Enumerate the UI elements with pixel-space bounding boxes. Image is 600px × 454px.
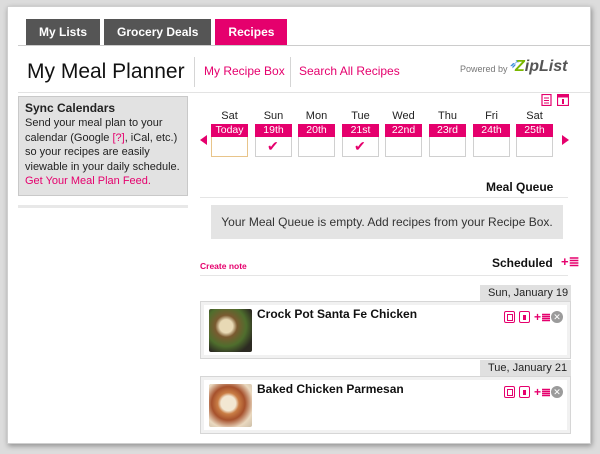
day-column[interactable]: Wed 22nd [385, 110, 422, 157]
day-date: Today [211, 124, 248, 137]
day-slot[interactable] [211, 137, 248, 157]
left-divider [18, 205, 188, 208]
my-recipe-box-link[interactable]: My Recipe Box [204, 64, 285, 78]
week-calendar: Sat Today Sun 19th ✔ Mon 20th Tue 21st ✔… [198, 110, 570, 170]
sync-title: Sync Calendars [25, 101, 116, 115]
day-of-week: Sat [526, 110, 543, 122]
day-slot[interactable]: ✔ [342, 137, 379, 157]
ziplist-logo-text: ipList [524, 58, 568, 75]
tab-recipes[interactable]: Recipes [215, 19, 288, 46]
day-of-week: Mon [305, 110, 328, 122]
day-column[interactable]: Sun 19th ✔ [255, 110, 292, 157]
calendar-icon[interactable] [519, 311, 530, 323]
day-slot[interactable] [429, 137, 466, 157]
add-to-list-icon[interactable]: +≣ [534, 386, 551, 398]
header-divider [290, 57, 291, 87]
day-slot[interactable] [473, 137, 510, 157]
remove-icon[interactable]: ✕ [551, 311, 563, 323]
recipe-thumbnail[interactable] [209, 309, 252, 352]
day-date: 22nd [385, 124, 422, 137]
day-column[interactable]: Fri 24th [473, 110, 510, 157]
ziplist-logo[interactable]: ZipList [515, 58, 567, 76]
copy-recipe-icon[interactable] [504, 311, 515, 323]
top-tabs: My Lists Grocery Deals Recipes [26, 19, 288, 46]
help-link[interactable]: [?] [112, 132, 124, 144]
day-date: 25th [516, 124, 553, 137]
day-of-week: Fri [485, 110, 498, 122]
meal-queue-divider [200, 197, 568, 198]
day-column[interactable]: Sat Today [211, 110, 248, 157]
remove-icon[interactable]: ✕ [551, 386, 563, 398]
day-of-week: Sat [221, 110, 238, 122]
day-date: 20th [298, 124, 335, 137]
day-column[interactable]: Thu 23rd [429, 110, 466, 157]
header-divider-line [18, 92, 590, 93]
meal-queue-title: Meal Queue [486, 180, 554, 194]
recipe-actions: +≣ ✕ [504, 386, 563, 398]
tab-my-lists[interactable]: My Lists [26, 19, 101, 46]
add-to-list-icon[interactable]: +≣ [561, 254, 579, 270]
recipe-card[interactable]: Crock Pot Santa Fe Chicken +≣ ✕ [200, 301, 571, 359]
recipe-card[interactable]: Baked Chicken Parmesan +≣ ✕ [200, 376, 571, 434]
scheduled-divider [200, 275, 568, 276]
add-to-list-icon[interactable]: +≣ [534, 311, 551, 323]
day-date: 21st [342, 124, 379, 137]
schedule-date-header: Sun, January 19 [480, 285, 571, 301]
recipe-actions: +≣ ✕ [504, 311, 563, 323]
tab-divider [18, 45, 590, 46]
powered-by-label: Powered by [460, 64, 508, 74]
recipe-title[interactable]: Baked Chicken Parmesan [257, 382, 404, 396]
day-of-week: Tue [351, 110, 370, 122]
list-view-icon[interactable] [541, 94, 553, 106]
day-date: 23rd [429, 124, 466, 137]
check-icon: ✔ [267, 138, 279, 154]
browser-frame: My Lists Grocery Deals Recipes My Meal P… [7, 6, 591, 444]
create-note-link[interactable]: Create note [200, 261, 247, 271]
prev-week-arrow-icon[interactable] [200, 135, 207, 145]
page-title: My Meal Planner [27, 60, 185, 83]
meal-plan-feed-link[interactable]: Get Your Meal Plan Feed. [25, 175, 151, 187]
day-date: 19th [255, 124, 292, 137]
day-date: 24th [473, 124, 510, 137]
day-of-week: Sun [263, 110, 284, 122]
header-divider [194, 57, 195, 87]
tab-grocery-deals[interactable]: Grocery Deals [104, 19, 212, 46]
next-week-arrow-icon[interactable] [562, 135, 569, 145]
search-all-recipes-link[interactable]: Search All Recipes [299, 64, 400, 78]
calendar-icon[interactable] [519, 386, 530, 398]
day-slot[interactable] [298, 137, 335, 157]
day-column[interactable]: Tue 21st ✔ [342, 110, 379, 157]
day-column[interactable]: Sat 25th [516, 110, 553, 157]
day-slot[interactable] [385, 137, 422, 157]
copy-recipe-icon[interactable] [504, 386, 515, 398]
calendar-view-icon[interactable] [557, 94, 569, 106]
day-slot[interactable] [516, 137, 553, 157]
sync-calendars-panel: Sync Calendars Send your meal plan to yo… [18, 96, 188, 196]
day-slot[interactable]: ✔ [255, 137, 292, 157]
check-icon: ✔ [354, 138, 366, 154]
day-column[interactable]: Mon 20th [298, 110, 335, 157]
meal-queue-empty-message: Your Meal Queue is empty. Add recipes fr… [211, 205, 563, 239]
schedule-date-header: Tue, January 21 [480, 360, 571, 376]
scheduled-title: Scheduled [492, 256, 553, 270]
recipe-thumbnail[interactable] [209, 384, 252, 427]
day-of-week: Wed [392, 110, 415, 122]
day-of-week: Thu [438, 110, 457, 122]
recipe-title[interactable]: Crock Pot Santa Fe Chicken [257, 307, 417, 321]
